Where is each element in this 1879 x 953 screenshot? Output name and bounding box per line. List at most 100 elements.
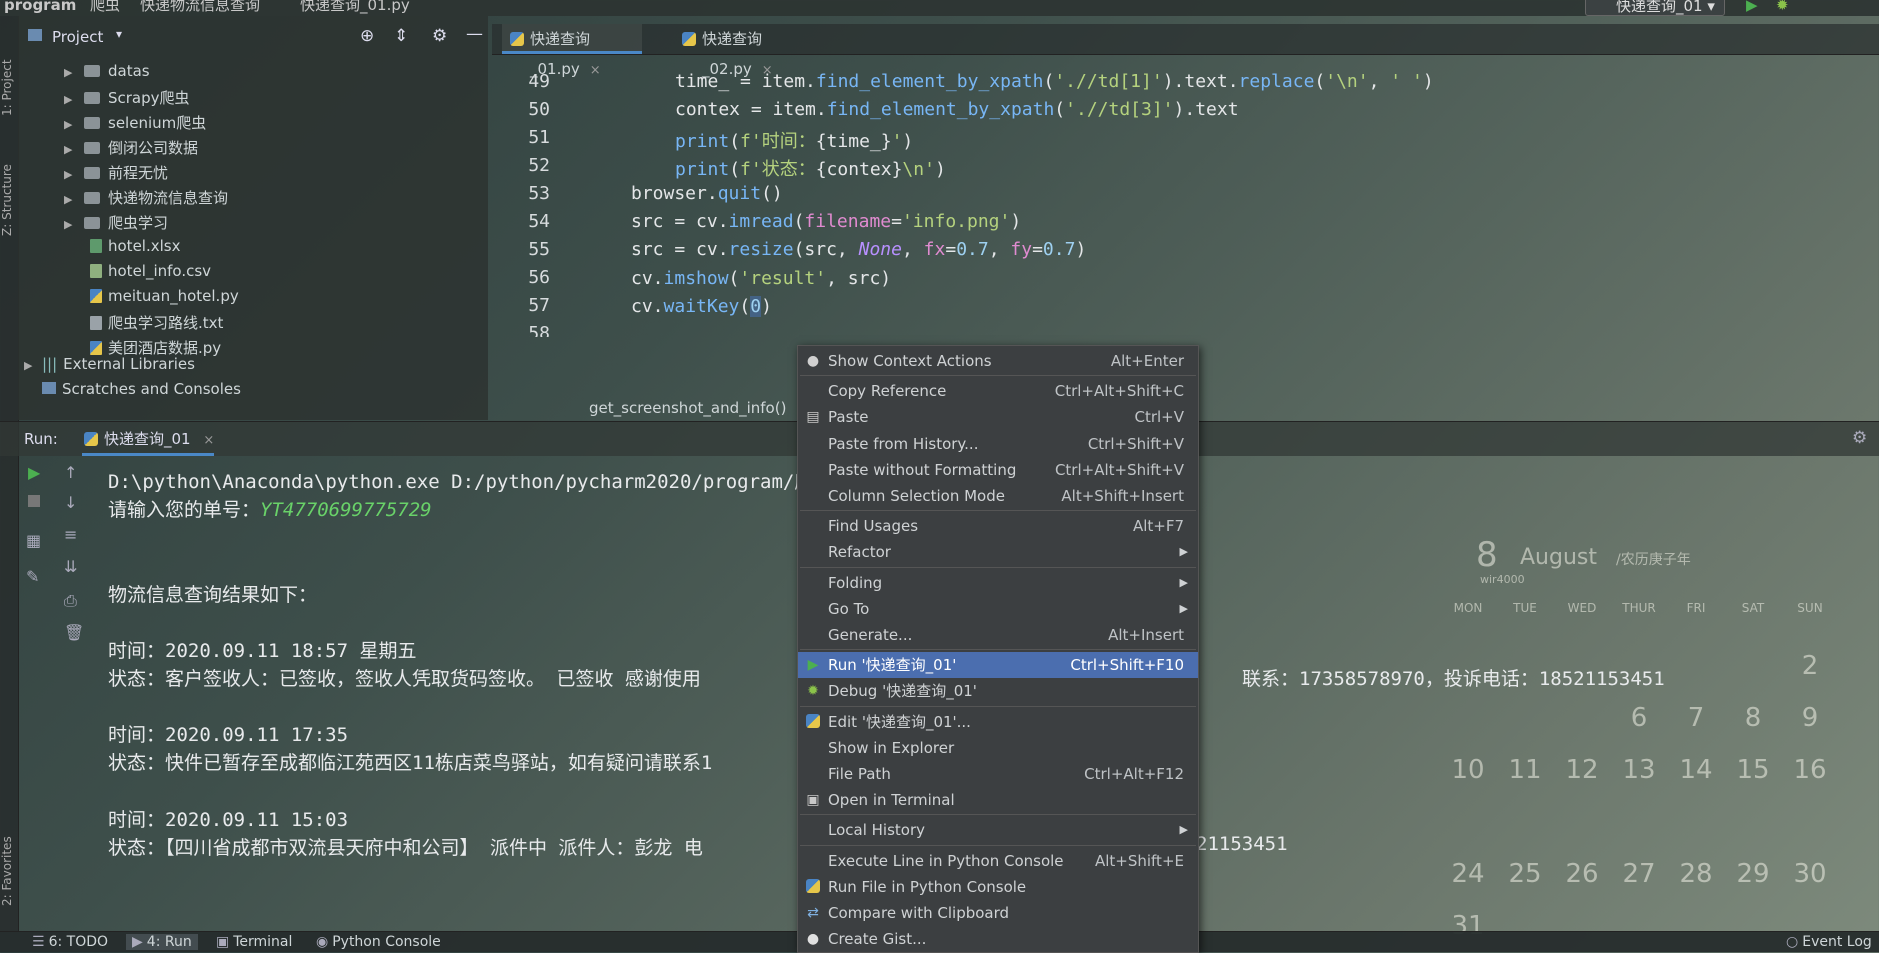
menu-item[interactable]: Paste without Formatting Ctrl+Alt+Shift+V [798, 457, 1198, 483]
menu-item[interactable]: ▤ Paste Ctrl+V [798, 404, 1198, 430]
tree-item-label: selenium爬虫 [108, 114, 207, 132]
menu-item[interactable]: ● Create Gist... [798, 926, 1198, 952]
tree-item[interactable]: ▶ 前程无忧 [64, 162, 168, 183]
project-pane-title[interactable]: Project [52, 28, 103, 46]
menu-item[interactable]: Refactor ▶ [798, 539, 1198, 565]
menu-separator [800, 844, 1196, 846]
scratches-icon [42, 382, 56, 394]
editor-tabs: 快递查询_01.py × 快递查询_02.py × [492, 24, 1879, 78]
expand-arrow-icon[interactable]: ▶ [64, 143, 78, 156]
print-icon[interactable]: ⎙ [64, 591, 77, 611]
gear-icon[interactable]: ⚙ [1852, 428, 1867, 448]
run-tool-button[interactable]: ▶ 4: Run [126, 934, 198, 950]
expand-arrow-icon[interactable]: ▶ [64, 118, 78, 131]
tab-kuaidi-01[interactable]: 快递查询_01.py × [502, 24, 642, 78]
down-arrow-icon[interactable]: ↓ [64, 493, 77, 512]
menu-item-label: Local History [828, 821, 926, 840]
todo-tool-button[interactable]: ☰ 6: TODO [32, 934, 108, 950]
stop-icon[interactable] [28, 495, 40, 507]
tree-item[interactable]: hotel.xlsx [90, 237, 180, 255]
tree-item[interactable]: ▶ 快递物流信息查询 [64, 187, 228, 208]
menu-item[interactable]: Copy Reference Ctrl+Alt+Shift+C [798, 378, 1198, 404]
expand-arrow-icon[interactable]: ▶ [64, 93, 78, 106]
breadcrumb-subfolder[interactable]: 快递物流信息查询 [140, 0, 260, 13]
rerun-icon[interactable]: ▶ [28, 463, 40, 482]
tree-item[interactable]: ▶ 倒闭公司数据 [64, 137, 198, 158]
tree-item[interactable]: 爬虫学习路线.txt [90, 312, 223, 333]
python-console-tool-button[interactable]: ◉ Python Console [316, 934, 441, 950]
project-tool-button[interactable]: 1: Project [0, 26, 18, 116]
tree-item[interactable]: meituan_hotel.py [90, 287, 239, 305]
gear-icon[interactable]: ⚙ [432, 26, 447, 46]
favorites-tool-button[interactable]: 2: Favorites [0, 816, 18, 906]
tree-item-scratches[interactable]: Scratches and Consoles [42, 380, 241, 398]
console-time-2: 时间：2020.09.11 17:35 [108, 724, 349, 746]
debug-icon[interactable]: ✹ [1776, 0, 1789, 13]
menu-item[interactable]: Run File in Python Console [798, 874, 1198, 900]
collapse-icon[interactable]: ⇕ [394, 26, 408, 46]
menu-item-label: Generate... [828, 626, 913, 644]
breadcrumb-folder[interactable]: 爬虫 [90, 0, 120, 13]
expand-arrow-icon[interactable]: ▶ [64, 168, 78, 181]
txt-file-icon [90, 316, 102, 330]
soft-wrap-icon[interactable]: ≡ [64, 525, 77, 544]
run-configuration-label: 快递查询_01 [1616, 0, 1703, 15]
scroll-to-end-icon[interactable]: ⇊ [64, 557, 77, 576]
menu-item[interactable]: Go To ▶ [798, 596, 1198, 622]
run-configuration-select[interactable]: 快递查询_01 ▾ [1585, 0, 1725, 16]
tree-item-label: datas [108, 62, 150, 80]
expand-arrow-icon[interactable]: ▶ [64, 193, 78, 206]
run-tab[interactable]: 快递查询_01 × [82, 426, 215, 456]
menu-item[interactable]: Find Usages Alt+F7 [798, 513, 1198, 539]
menu-item[interactable]: ▶ Run '快递查询_01' Ctrl+Shift+F10 [798, 652, 1198, 679]
run-icon[interactable]: ▶ [1746, 0, 1758, 13]
breadcrumb-file[interactable]: 快递查询_01.py [300, 0, 410, 13]
python-icon [805, 709, 821, 735]
code-editor[interactable]: time_ = item.find_element_by_xpath('.//t… [580, 54, 1879, 394]
expand-arrow-icon[interactable]: ▶ [64, 218, 78, 231]
tab-kuaidi-02[interactable]: 快递查询_02.py × [674, 24, 814, 78]
trash-icon[interactable]: 🗑 [64, 623, 84, 642]
expand-arrow-icon[interactable]: ▶ [64, 66, 78, 79]
event-log-button[interactable]: ○ Event Log [1786, 934, 1872, 950]
run-icon: ▶ [807, 657, 819, 674]
function-breadcrumb-label[interactable]: get_screenshot_and_info() [589, 399, 786, 417]
close-icon[interactable]: × [203, 433, 214, 448]
up-arrow-icon[interactable]: ↑ [64, 463, 77, 482]
menu-item[interactable]: ● Show Context Actions Alt+Enter [798, 348, 1198, 374]
menu-item[interactable]: Edit '快递查询_01'... [798, 709, 1198, 735]
menu-item[interactable]: ⇄ Compare with Clipboard [798, 900, 1198, 926]
menu-item[interactable]: Generate... Alt+Insert [798, 622, 1198, 648]
editor-context-menu: ● Show Context Actions Alt+Enter Copy Refer… [797, 345, 1199, 953]
menu-item-shortcut: Alt+Insert [1108, 626, 1184, 644]
navigation-bar: program 爬虫 快递物流信息查询 快递查询_01.py 快递查询_01 ▾… [0, 0, 1879, 16]
code-line-55: src = cv.resize(src, None, fx=0.7, fy=0.… [631, 239, 1087, 260]
tree-item[interactable]: ▶ datas [64, 62, 150, 80]
code-line-56: cv.imshow('result', src) [631, 268, 892, 289]
tree-item-external-libraries[interactable]: ▶ ||| External Libraries [24, 355, 195, 373]
line-number: 55 [528, 239, 550, 260]
menu-item[interactable]: Folding ▶ [798, 570, 1198, 596]
pin-icon[interactable]: ✎ [26, 567, 39, 586]
menu-item[interactable]: Show in Explorer [798, 735, 1198, 761]
chevron-down-icon[interactable]: ▾ [116, 27, 122, 41]
tree-item[interactable]: ▶ Scrapy爬虫 [64, 87, 190, 108]
locate-icon[interactable]: ⊕ [360, 26, 374, 46]
breadcrumb-project[interactable]: program [4, 0, 76, 13]
menu-item[interactable]: ✹ Debug '快递查询_01' [798, 678, 1198, 704]
tree-item[interactable]: ▶ selenium爬虫 [64, 112, 206, 133]
menu-item[interactable]: ▣ Open in Terminal [798, 787, 1198, 813]
terminal-tool-button[interactable]: ▣ Terminal [216, 934, 292, 950]
expand-arrow-icon[interactable]: ▶ [24, 359, 38, 372]
menu-item[interactable]: Execute Line in Python Console Alt+Shift+… [798, 848, 1198, 874]
menu-item[interactable]: Paste from History... Ctrl+Shift+V [798, 431, 1198, 457]
tree-item[interactable]: hotel_info.csv [90, 262, 211, 280]
tree-item[interactable]: ▶ 爬虫学习 [64, 212, 168, 233]
menu-item[interactable]: Column Selection Mode Alt+Shift+Insert [798, 483, 1198, 509]
layout-icon[interactable]: ▦ [26, 531, 41, 550]
console-time-3: 时间：2020.09.11 15:03 [108, 809, 349, 831]
menu-item[interactable]: Local History ▶ [798, 817, 1198, 843]
menu-item[interactable]: File Path Ctrl+Alt+F12 [798, 761, 1198, 787]
minimize-icon[interactable]: — [466, 24, 483, 44]
structure-tool-button[interactable]: Z: Structure [0, 146, 18, 236]
